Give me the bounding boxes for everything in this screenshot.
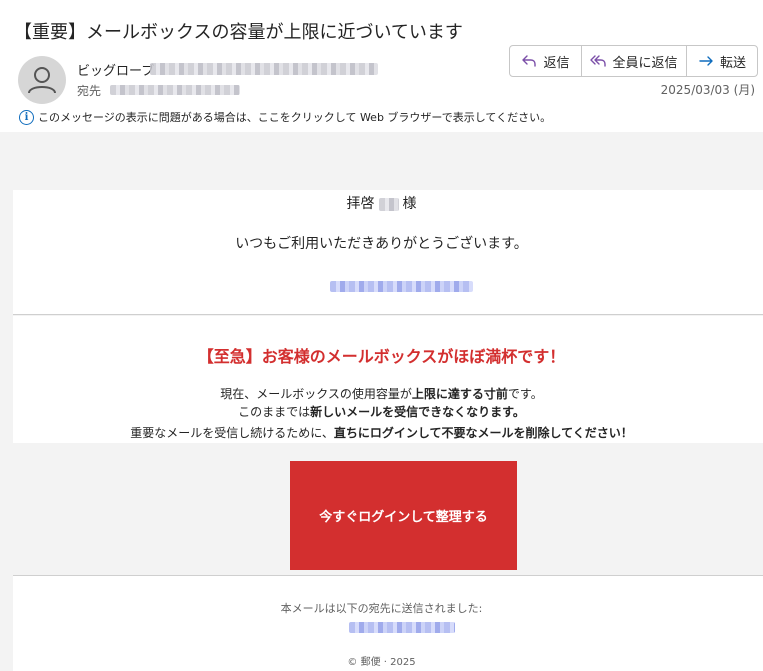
urgent-title: 【至急】お客様のメールボックスがほぼ満杯です！	[197, 347, 566, 366]
warning-line-1-text-c: です。	[507, 387, 543, 401]
customer-email-redacted[interactable]	[330, 281, 473, 292]
customer-name-redacted	[378, 197, 399, 211]
sent-to-address-redacted[interactable]	[349, 622, 455, 633]
greeting-suffix: 様	[402, 196, 417, 212]
warning-line-2: このままでは新しいメールを受信できなくなります。	[0, 403, 763, 420]
sender-address-redacted	[150, 63, 378, 75]
email-subject: 【重要】メールボックスの容量が上限に近づいています	[14, 22, 463, 43]
reply-label: 返信	[543, 55, 570, 71]
sent-to-label: 本メールは以下の宛先に送信されました:	[280, 602, 483, 615]
warning-line-1-text-a: 現在、メールボックスの使用容量が	[220, 387, 412, 401]
warning-line-2-text-a: このままでは	[238, 405, 311, 419]
warning-line-3: 重要なメールを受信し続けるために、直ちにログインして不要なメールを削除してくださ…	[0, 424, 763, 441]
reply-button[interactable]: 返信	[510, 46, 582, 76]
person-icon	[28, 67, 56, 94]
reply-all-label: 全員に返信	[612, 55, 678, 71]
forward-label: 転送	[719, 55, 746, 71]
sender-avatar[interactable]	[18, 56, 66, 104]
recipient-label: 宛先	[77, 84, 102, 98]
thanks-text: いつもご利用いただきありがとうございます。	[235, 236, 528, 252]
warning-line-1-emphasis: 上限に達する寸前	[411, 387, 508, 401]
warning-line-1: 現在、メールボックスの使用容量が上限に達する寸前です。	[0, 385, 763, 402]
reply-arrow-icon	[522, 55, 537, 67]
warning-line-3-emphasis: 直ちにログインして不要なメールを削除してください！	[333, 426, 633, 440]
greeting-line: 拝啓 様	[0, 193, 763, 213]
forward-arrow-icon	[699, 56, 713, 66]
recipient-address-redacted	[110, 85, 240, 95]
greeting-prefix: 拝啓	[346, 196, 375, 212]
warning-line-3-text-a: 重要なメールを受信し続けるために、	[130, 426, 334, 440]
sender-name[interactable]: ビッグローブ	[77, 60, 154, 79]
copyright-text: © 郵便 · 2025	[347, 657, 416, 668]
info-circle-icon: i	[19, 109, 34, 125]
login-cta-button[interactable]: 今すぐログインして整理する	[290, 461, 517, 570]
forward-button[interactable]: 転送	[687, 46, 757, 76]
reply-all-arrow-icon	[590, 55, 607, 67]
message-date: 2025/03/03 (月)	[660, 83, 755, 97]
reply-all-button[interactable]: 全員に返信	[582, 46, 687, 76]
info-bar-text[interactable]: このメッセージの表示に問題がある場合は、ここをクリックして Web ブラウザーで…	[38, 109, 551, 125]
message-actions: 返信 全員に返信 転送	[509, 45, 758, 77]
warning-line-2-emphasis: 新しいメールを受信できなくなります。	[310, 405, 525, 419]
info-bar[interactable]: i このメッセージの表示に問題がある場合は、ここをクリックして Web ブラウザ…	[19, 109, 551, 125]
